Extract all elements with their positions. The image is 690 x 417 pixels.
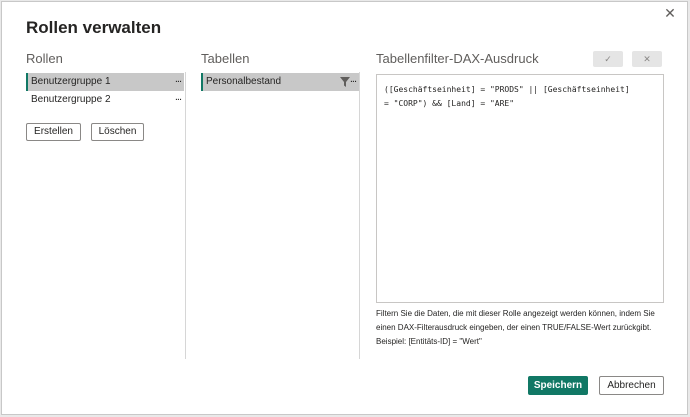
- role-item-1[interactable]: Benutzergruppe 1 ...: [26, 73, 184, 91]
- discard-x-icon[interactable]: ✕: [632, 51, 662, 67]
- role-item-2[interactable]: Benutzergruppe 2 ...: [26, 91, 184, 109]
- filter-icon[interactable]: [340, 76, 350, 94]
- dialog-title: Rollen verwalten: [26, 18, 162, 37]
- dax-help-text: Filtern Sie die Daten, die mit dieser Ro…: [376, 309, 655, 346]
- create-role-button[interactable]: Erstellen: [26, 123, 81, 141]
- dax-header: Tabellenfilter-DAX-Ausdruck: [376, 51, 539, 66]
- column-divider: [359, 72, 360, 359]
- manage-roles-dialog: ✕ Rollen verwalten Rollen Benutzergruppe…: [1, 1, 688, 415]
- more-options-icon[interactable]: ...: [350, 70, 357, 88]
- table-item-personalbestand[interactable]: Personalbestand ...: [201, 73, 359, 91]
- dax-expression-line: = "CORP") && [Land] = "ARE": [384, 99, 515, 108]
- column-divider: [185, 72, 186, 359]
- confirm-check-icon[interactable]: ✓: [593, 51, 623, 67]
- more-options-icon[interactable]: ...: [175, 88, 182, 106]
- roles-header: Rollen: [26, 51, 63, 66]
- tables-header: Tabellen: [201, 51, 250, 66]
- cancel-button[interactable]: Abbrechen: [599, 376, 664, 395]
- dax-expression-line: ([Geschäftseinheit] = "PRODS" || [Geschä…: [384, 85, 630, 94]
- delete-role-button[interactable]: Löschen: [91, 123, 144, 141]
- table-item-label: Personalbestand: [206, 76, 282, 87]
- role-item-label: Benutzergruppe 2: [31, 94, 111, 105]
- more-options-icon[interactable]: ...: [175, 70, 182, 88]
- dax-expression-editor[interactable]: ([Geschäftseinheit] = "PRODS" || [Geschä…: [376, 74, 664, 303]
- role-item-label: Benutzergruppe 1: [31, 76, 111, 87]
- close-icon[interactable]: ✕: [663, 6, 677, 20]
- save-button[interactable]: Speichern: [528, 376, 588, 395]
